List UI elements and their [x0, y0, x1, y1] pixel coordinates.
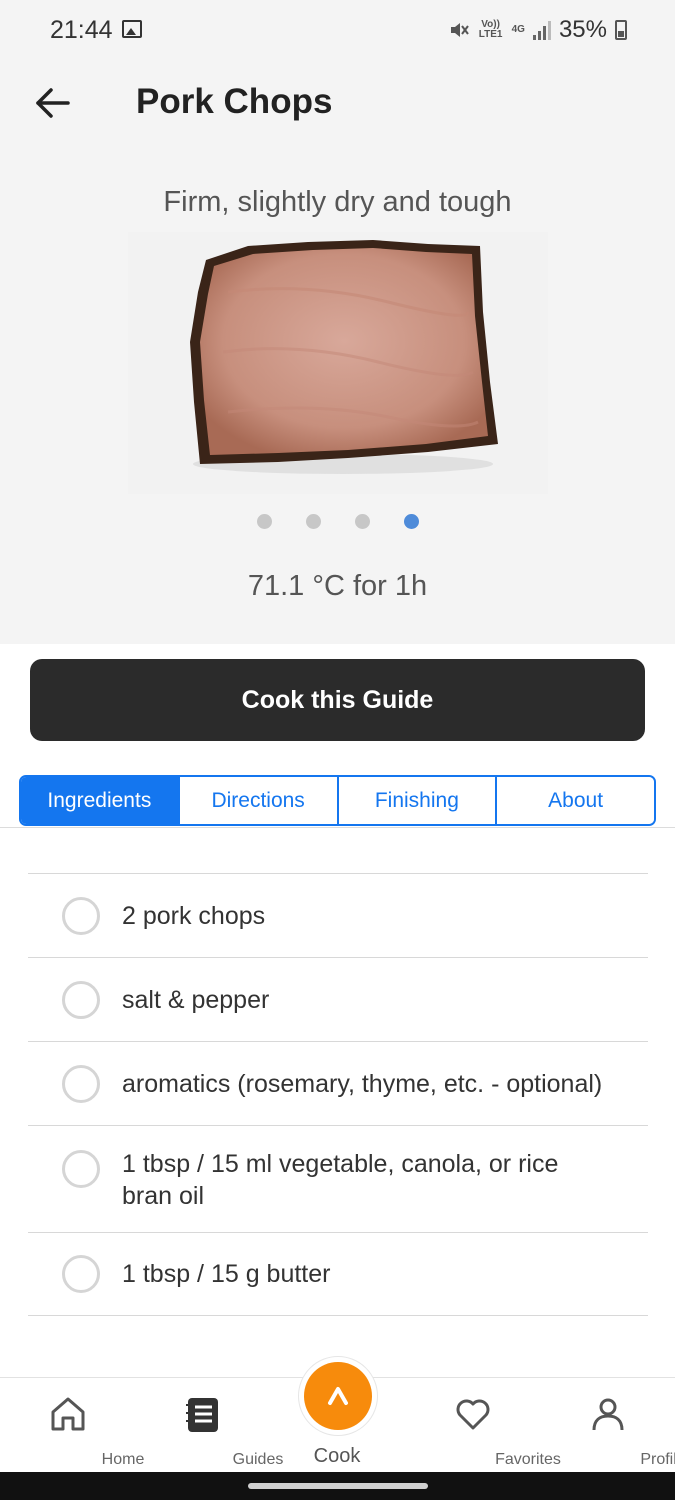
divider: [0, 827, 675, 828]
doneness-carousel[interactable]: Firm, slightly dry and tough 71.1 °C for…: [0, 152, 675, 644]
nav-guides[interactable]: Guides: [148, 1378, 283, 1473]
battery-icon: [615, 20, 627, 40]
guides-icon: [186, 1398, 218, 1432]
ingredients-list: 2 pork chops salt & pepper aromatics (ro…: [28, 873, 648, 1316]
back-button[interactable]: [30, 82, 78, 124]
ingredient-item[interactable]: 1 tbsp / 15 g butter: [28, 1232, 648, 1316]
carousel-dot[interactable]: [305, 514, 321, 529]
system-nav-bar: [0, 1472, 675, 1500]
profile-icon: [592, 1398, 624, 1431]
cook-this-guide-button[interactable]: Cook this Guide: [30, 659, 645, 741]
doneness-caption: Firm, slightly dry and tough: [163, 186, 512, 218]
signal-icon: [532, 20, 551, 40]
checkbox-circle[interactable]: [62, 1064, 100, 1103]
ingredient-text: 1 tbsp / 15 g butter: [122, 1260, 331, 1288]
ingredient-item[interactable]: 1 tbsp / 15 ml vegetable, canola, or ric…: [28, 1125, 648, 1232]
mute-icon: [450, 23, 469, 37]
nav-profile[interactable]: Profile: [553, 1378, 675, 1473]
app-header: Pork Chops: [0, 62, 675, 152]
tab-ingredients[interactable]: Ingredients: [21, 777, 180, 824]
ingredient-item[interactable]: salt & pepper: [28, 957, 648, 1041]
status-bar: 21:44 Vo)) LTE1 4G 35%: [0, 0, 675, 62]
status-time: 21:44: [50, 16, 113, 44]
carousel-dot[interactable]: [256, 514, 272, 529]
tab-finishing[interactable]: Finishing: [338, 777, 498, 824]
checkbox-circle[interactable]: [62, 1255, 100, 1293]
page-title: Pork Chops: [136, 82, 333, 121]
ingredient-text: salt & pepper: [122, 985, 270, 1014]
carousel-dot[interactable]: [403, 514, 419, 529]
cook-button[interactable]: [304, 1362, 372, 1430]
ingredient-text: aromatics (rosemary, thyme, etc. - optio…: [122, 1069, 603, 1098]
nav-profile-label: Profile: [640, 1451, 675, 1468]
network-type-indicator: 4G: [511, 24, 525, 35]
carousel-dot[interactable]: [354, 514, 370, 529]
gallery-icon: [122, 20, 142, 38]
cook-fab-ring: [298, 1356, 378, 1436]
ingredient-text: 2 pork chops: [122, 901, 266, 930]
home-icon: [51, 1397, 85, 1431]
nav-favorites[interactable]: Favorites: [418, 1378, 561, 1473]
checkbox-circle[interactable]: [62, 1150, 100, 1188]
ingredient-item[interactable]: aromatics (rosemary, thyme, etc. - optio…: [28, 1041, 648, 1125]
checkbox-circle[interactable]: [62, 980, 100, 1019]
temperature-time-label: 71.1 °C for 1h: [247, 570, 428, 602]
heart-icon: [456, 1399, 490, 1430]
tab-about[interactable]: About: [497, 777, 654, 824]
tab-directions[interactable]: Directions: [179, 777, 339, 824]
arrow-left-icon: [36, 88, 70, 118]
pork-chop-image: [128, 232, 548, 494]
volte-indicator: Vo)) LTE1: [478, 19, 503, 40]
chevron-up-icon: [328, 1387, 348, 1405]
status-icons: Vo)) LTE1 4G 35%: [448, 16, 627, 44]
carousel-dots[interactable]: [0, 514, 675, 529]
checkbox-circle[interactable]: [62, 896, 100, 935]
battery-percent: 35%: [558, 16, 607, 43]
ingredient-text: 1 tbsp / 15 ml vegetable, canola, or ric…: [122, 1150, 559, 1210]
nav-home[interactable]: Home: [13, 1378, 144, 1473]
ingredient-item[interactable]: 2 pork chops: [28, 873, 648, 957]
home-indicator[interactable]: [248, 1483, 428, 1489]
nav-cook-label: Cook: [313, 1445, 361, 1467]
guide-tabs: Ingredients Directions Finishing About: [19, 775, 656, 826]
bottom-navigation: Home Guides Cook Favorites Profi: [0, 1356, 675, 1473]
